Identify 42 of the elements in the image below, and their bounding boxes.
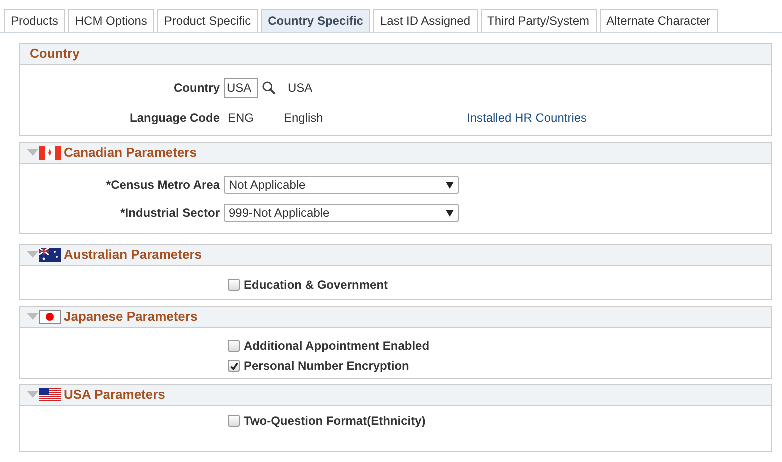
country-field[interactable]: USA bbox=[224, 78, 258, 98]
tab[interactable]: HCM Options bbox=[68, 9, 154, 32]
collapse-arrow-icon[interactable] bbox=[27, 251, 39, 259]
dropdown[interactable]: Not Applicable bbox=[224, 176, 459, 194]
tab[interactable]: Product Specific bbox=[157, 9, 258, 32]
section-title: Canadian Parameters bbox=[64, 144, 197, 162]
collapse-arrow-icon[interactable] bbox=[27, 391, 39, 399]
flag-icon bbox=[39, 248, 61, 262]
dropdown[interactable]: 999-Not Applicable bbox=[224, 204, 459, 222]
search-icon[interactable] bbox=[262, 80, 277, 96]
flag-icon bbox=[39, 310, 61, 324]
field-value: ENG bbox=[227, 110, 256, 127]
tab[interactable]: Products bbox=[4, 9, 66, 32]
checkbox[interactable] bbox=[228, 360, 240, 372]
field-label: Language Code bbox=[128, 110, 221, 127]
collapse-arrow-icon[interactable] bbox=[27, 149, 39, 157]
section-title: Japanese Parameters bbox=[64, 308, 198, 326]
checkbox-label: Additional Appointment Enabled bbox=[244, 338, 430, 355]
field-label: Country bbox=[173, 80, 221, 97]
collapse-arrow-icon[interactable] bbox=[27, 313, 39, 321]
checkbox-label: Two-Question Format(Ethnicity) bbox=[244, 413, 426, 430]
tab[interactable]: Third Party/System bbox=[480, 9, 597, 32]
checkbox[interactable] bbox=[228, 415, 240, 427]
checkbox[interactable] bbox=[228, 340, 240, 352]
checkbox[interactable] bbox=[228, 279, 240, 291]
checkbox-label: Personal Number Encryption bbox=[244, 358, 410, 375]
installed-countries-link[interactable]: Installed HR Countries bbox=[467, 109, 588, 127]
country-description: USA bbox=[288, 80, 313, 97]
section-title: Country bbox=[30, 45, 80, 64]
flag-icon bbox=[39, 388, 61, 402]
tab[interactable]: Alternate Character bbox=[600, 9, 718, 32]
field-label: *Industrial Sector bbox=[120, 205, 221, 222]
field-label: *Census Metro Area bbox=[105, 177, 222, 194]
field-description: English bbox=[284, 110, 324, 127]
tab[interactable]: Last ID Assigned bbox=[373, 9, 478, 32]
flag-icon bbox=[39, 146, 61, 160]
checkbox-label: Education & Government bbox=[244, 277, 388, 294]
section-title: Australian Parameters bbox=[64, 246, 202, 264]
tab[interactable]: Country Specific bbox=[261, 9, 370, 32]
dropdown-arrow-icon bbox=[446, 210, 454, 216]
dropdown-arrow-icon bbox=[446, 182, 454, 188]
section-title: USA Parameters bbox=[64, 386, 166, 404]
